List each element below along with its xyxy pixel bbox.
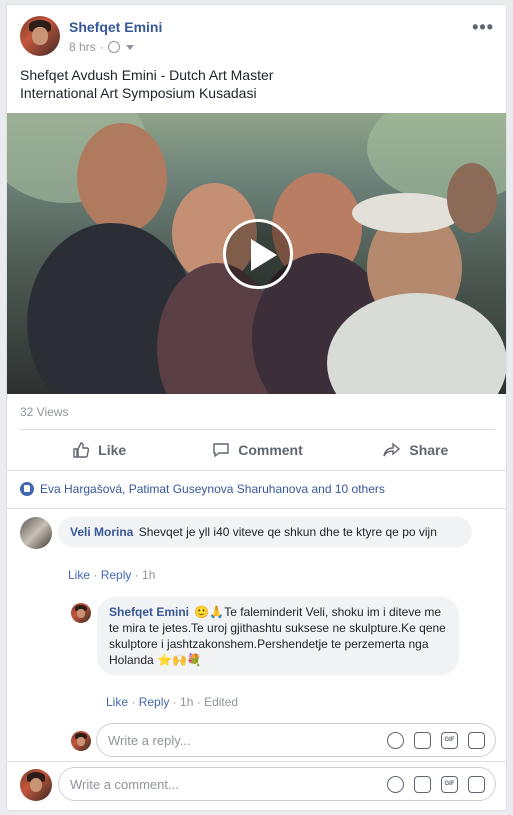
reply-input[interactable]: Write a reply... GIF	[96, 723, 496, 757]
emoji-icon[interactable]	[387, 775, 404, 793]
comment-text: Shevqet je yll i40 viteve qe shkun dhe t…	[138, 525, 437, 539]
reply-author-name[interactable]: Shefqet Emini	[109, 605, 189, 619]
more-dots-icon[interactable]: •••	[472, 17, 494, 38]
reply-edited[interactable]: Edited	[204, 695, 238, 709]
comment-time[interactable]: 1h	[142, 568, 155, 582]
comment-icon	[213, 443, 229, 458]
share-icon	[383, 442, 401, 457]
reply-time[interactable]: 1h	[180, 695, 193, 709]
gif-icon[interactable]: GIF	[441, 775, 458, 793]
author-name[interactable]: Shefqet Emini	[69, 19, 162, 35]
view-count: 32 Views	[20, 405, 69, 419]
post-text: Shefqet Avdush Emini - Dutch Art Master …	[20, 66, 490, 102]
camera-icon[interactable]	[414, 775, 431, 793]
commenter-name[interactable]: Veli Morina	[70, 525, 133, 539]
comment-actions: Like · Reply · 1h	[68, 568, 156, 582]
my-avatar-small[interactable]	[71, 731, 91, 751]
sticker-icon[interactable]	[468, 731, 485, 749]
like-label: Like	[98, 442, 127, 458]
post-text-line-1: Shefqet Avdush Emini - Dutch Art Master	[20, 67, 274, 83]
commenter-avatar[interactable]	[20, 517, 52, 549]
post-text-line-2: International Art Symposium Kusadasi	[20, 85, 257, 101]
comment-reply-link[interactable]: Reply	[101, 568, 132, 582]
chevron-down-icon[interactable]	[125, 44, 134, 50]
globe-icon[interactable]	[107, 41, 120, 53]
reply-reply-link[interactable]: Reply	[139, 695, 170, 709]
reactions-summary[interactable]: Eva Hargašová, Patimat Guseynova Sharuha…	[20, 482, 385, 496]
comment-like-link[interactable]: Like	[68, 568, 90, 582]
comment-input[interactable]: Write a comment... GIF	[58, 767, 496, 801]
emoji-icon[interactable]	[387, 731, 404, 749]
like-button[interactable]: Like	[20, 431, 178, 469]
divider	[7, 508, 506, 509]
like-reaction-icon	[20, 482, 34, 496]
divider	[7, 470, 506, 471]
play-icon[interactable]	[223, 219, 293, 289]
reply-like-link[interactable]: Like	[106, 695, 128, 709]
post-time[interactable]: 8 hrs	[69, 40, 96, 54]
reply-actions: Like · Reply · 1h · Edited	[106, 695, 239, 709]
gif-icon[interactable]: GIF	[441, 731, 458, 749]
video-player[interactable]	[7, 113, 506, 394]
reactions-text[interactable]: Eva Hargašová, Patimat Guseynova Sharuha…	[40, 482, 385, 496]
share-button[interactable]: Share	[337, 431, 495, 469]
my-avatar[interactable]	[20, 769, 52, 801]
comment-label: Comment	[238, 442, 303, 458]
comment-bubble: Veli Morina Shevqet je yll i40 viteve qe…	[58, 517, 472, 547]
comment-button[interactable]: Comment	[178, 431, 336, 469]
comment-input-placeholder: Write a comment...	[70, 776, 179, 792]
divider	[7, 761, 506, 762]
author-avatar[interactable]	[20, 16, 60, 56]
reply-input-placeholder: Write a reply...	[108, 732, 191, 748]
post-card: Shefqet Emini 8 hrs · ••• Shefqet Avdush…	[6, 4, 507, 811]
thumbs-up-icon	[73, 442, 90, 458]
reply-bubble: Shefqet Emini 🙂🙏Te faleminderit Veli, sh…	[97, 597, 459, 675]
divider	[20, 429, 495, 430]
reply-author-avatar[interactable]	[71, 603, 91, 623]
post-meta: 8 hrs ·	[69, 40, 134, 54]
sticker-icon[interactable]	[468, 775, 485, 793]
post-actions: Like Comment Share	[20, 431, 495, 469]
camera-icon[interactable]	[414, 731, 431, 749]
share-label: Share	[409, 442, 449, 458]
